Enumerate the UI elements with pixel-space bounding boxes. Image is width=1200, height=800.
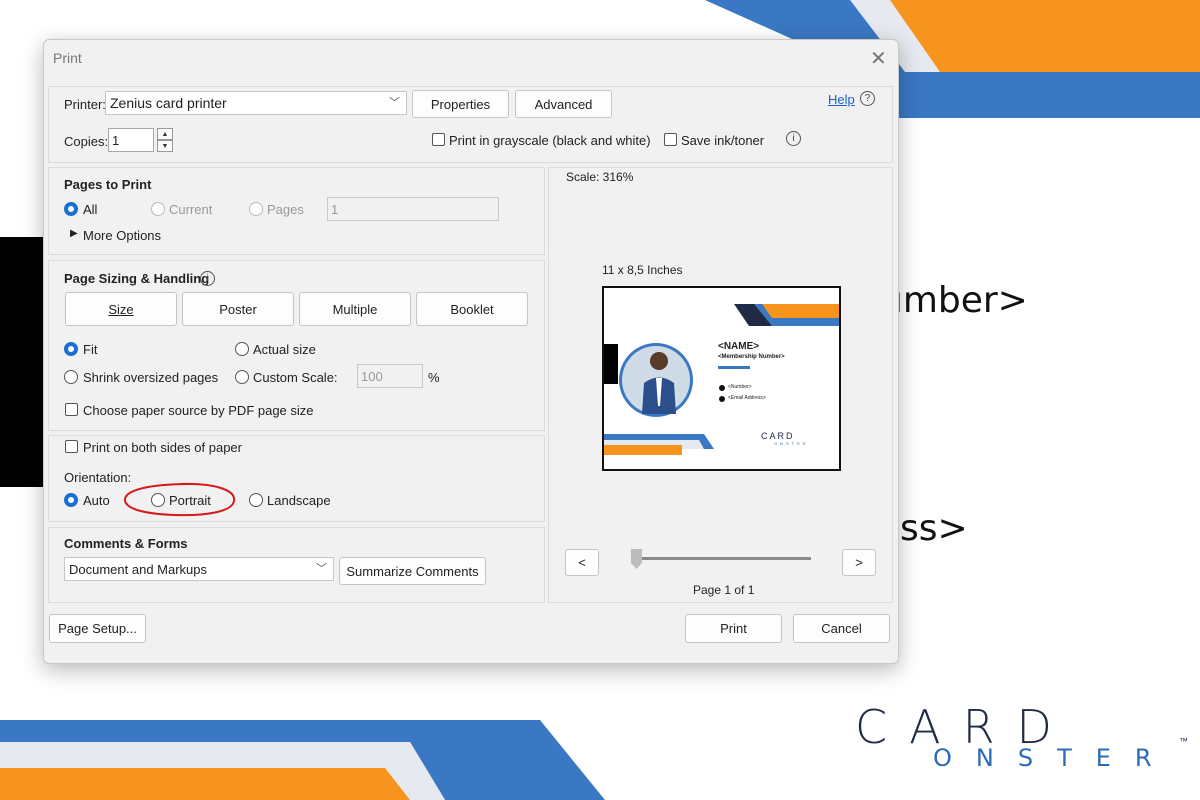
properties-button[interactable]: Properties	[412, 90, 509, 118]
save-ink-checkbox[interactable]	[664, 133, 677, 146]
card-number: <Number>	[728, 384, 752, 390]
orientation-landscape-radio[interactable]	[249, 493, 263, 507]
custom-scale-radio[interactable]	[235, 370, 249, 384]
cancel-button[interactable]: Cancel	[793, 614, 890, 643]
help-icon[interactable]: ?	[860, 91, 875, 106]
advanced-button[interactable]: Advanced	[515, 90, 612, 118]
save-ink-label: Save ink/toner	[681, 133, 765, 148]
card-logo-sub: ONSTER	[774, 441, 809, 446]
copies-label: Copies:	[64, 134, 109, 149]
copies-decrement[interactable]: ▼	[157, 140, 173, 152]
card-email: <Email Address>	[728, 395, 766, 401]
printer-value: Zenius card printer	[110, 95, 227, 111]
page-slider-track[interactable]	[637, 557, 811, 560]
tab-poster[interactable]: Poster	[182, 292, 294, 326]
card-monster-logo: CARD ONSTER ™	[855, 700, 1200, 800]
both-sides-checkbox[interactable]	[65, 440, 78, 453]
close-icon[interactable]: ✕	[870, 46, 887, 71]
percent-label: %	[428, 370, 440, 385]
fit-label: Fit	[83, 342, 98, 357]
actual-size-label: Actual size	[253, 342, 316, 357]
both-sides-label: Print on both sides of paper	[83, 440, 242, 455]
actual-size-radio[interactable]	[235, 342, 249, 356]
scale-text: Scale: 316%	[566, 170, 634, 184]
pages-current-radio[interactable]	[151, 202, 165, 216]
preview-card: <NAME> <Membership Number> <Number> <Ema…	[602, 286, 841, 471]
custom-scale-input[interactable]: 100	[357, 364, 423, 388]
next-page-button[interactable]: >	[842, 549, 876, 576]
logo-trademark: ™	[1179, 736, 1188, 746]
custom-scale-label: Custom Scale:	[253, 370, 338, 385]
orientation-auto-radio[interactable]	[64, 493, 78, 507]
card-logo: CARD	[761, 431, 795, 441]
chevron-down-icon: ﹀	[316, 563, 327, 576]
pages-all-radio[interactable]	[64, 202, 78, 216]
bg-top-orange-stripe	[890, 0, 1200, 72]
copies-increment[interactable]: ▲	[157, 128, 173, 140]
fit-radio[interactable]	[64, 342, 78, 356]
prev-page-button[interactable]: <	[565, 549, 599, 576]
card-membership: <Membership Number>	[718, 354, 785, 360]
tab-booklet[interactable]: Booklet	[416, 292, 528, 326]
dialog-title: Print	[53, 50, 82, 66]
comments-select[interactable]: Document and Markups ﹀	[64, 557, 334, 581]
copies-input[interactable]: 1	[108, 128, 154, 152]
red-highlight-ellipse	[124, 482, 236, 517]
info-icon[interactable]: i	[200, 271, 215, 286]
print-button[interactable]: Print	[685, 614, 782, 643]
bg-membership-number-text: umber>	[880, 280, 1028, 321]
orientation-landscape-label: Landscape	[267, 493, 331, 508]
summarize-comments-button[interactable]: Summarize Comments	[339, 557, 486, 585]
card-name: <NAME>	[718, 341, 760, 352]
printer-label: Printer:	[64, 97, 106, 112]
shrink-label: Shrink oversized pages	[83, 370, 219, 385]
comments-value: Document and Markups	[69, 561, 208, 577]
paper-source-label: Choose paper source by PDF page size	[83, 403, 314, 418]
pages-all-label: All	[83, 202, 98, 217]
comments-heading: Comments & Forms	[64, 536, 188, 551]
pages-current-label: Current	[169, 202, 213, 217]
orientation-auto-label: Auto	[83, 493, 110, 508]
page-sizing-heading: Page Sizing & Handling	[64, 271, 210, 286]
paper-size-text: 11 x 8,5 Inches	[602, 263, 683, 277]
more-options-toggle[interactable]: More Options	[83, 228, 161, 243]
tab-multiple[interactable]: Multiple	[299, 292, 411, 326]
bg-bottom-orange-stripe	[0, 768, 410, 800]
info-icon[interactable]: i	[786, 131, 801, 146]
tab-size[interactable]: Size	[65, 292, 177, 326]
page-indicator: Page 1 of 1	[693, 583, 755, 597]
chevron-down-icon: ﹀	[389, 97, 400, 110]
pages-to-print-heading: Pages to Print	[64, 177, 152, 192]
help-link[interactable]: Help	[828, 92, 855, 107]
grayscale-label: Print in grayscale (black and white)	[449, 133, 651, 148]
paper-source-checkbox[interactable]	[65, 403, 78, 416]
pages-range-radio[interactable]	[249, 202, 263, 216]
shrink-radio[interactable]	[64, 370, 78, 384]
grayscale-checkbox[interactable]	[432, 133, 445, 146]
expand-triangle-icon[interactable]: ▶	[70, 228, 78, 239]
bg-black-block	[0, 237, 45, 487]
printer-select[interactable]: Zenius card printer ﹀	[105, 91, 407, 115]
logo-monster-text: ONSTER	[933, 744, 1176, 772]
pages-range-label: Pages	[267, 202, 304, 217]
pages-range-input[interactable]: 1	[327, 197, 499, 221]
page-setup-button[interactable]: Page Setup...	[49, 614, 146, 643]
bg-email-text: ss>	[900, 508, 968, 549]
